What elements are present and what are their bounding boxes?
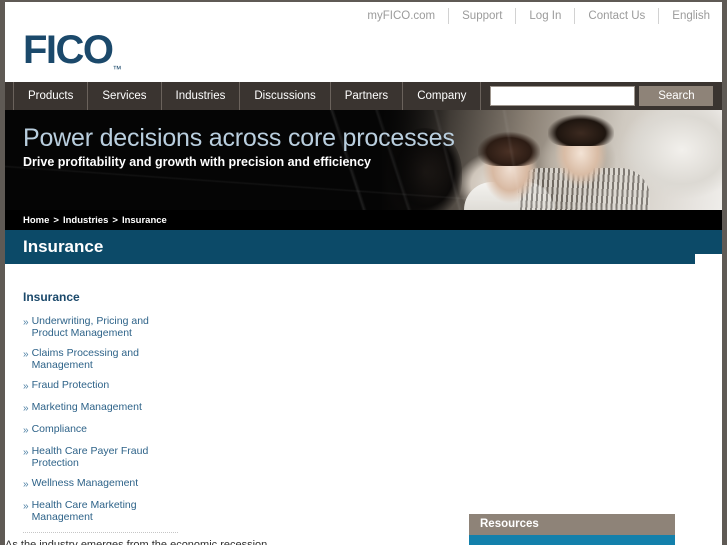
hero-person-woman-hair [478,130,540,166]
resources-title: Resources [480,518,539,530]
hero-person-woman-shirt [464,182,554,210]
chevron-double-right-icon: » [23,479,29,490]
nav-item-services[interactable]: Services [88,82,162,110]
sidebar-item-fraud-protection[interactable]: » Fraud Protection [23,379,178,393]
breadcrumb: Home > Industries > Insurance [5,210,722,230]
sidebar-item-label: Health Care Payer Fraud Protection [31,445,149,469]
breadcrumb-industries[interactable]: Industries [63,215,108,226]
resources-accent-band [469,535,675,545]
site-root: myFICO.com Support Log In Contact Us Eng… [5,2,722,545]
sidebar-item-label: Compliance [31,423,88,435]
sidebar-divider [23,532,178,533]
utility-link-contact-us[interactable]: Contact Us [575,8,660,24]
search-area: Search [490,82,714,110]
hero-person-woman-face [478,136,542,210]
logo-wordmark: FICO [23,28,114,72]
search-input[interactable] [490,86,636,106]
sidebar-item-health-care-payer-fraud-protection[interactable]: » Health Care Payer Fraud Protection [23,445,178,469]
sidebar-item-label: Underwriting, Pricing and Product Manage… [31,315,149,339]
utility-link-myfico[interactable]: myFICO.com [354,8,450,24]
sidebar-item-underwriting-pricing-product-management[interactable]: » Underwriting, Pricing and Product Mana… [23,315,178,339]
browser-page: myFICO.com Support Log In Contact Us Eng… [0,0,727,545]
nav-item-industries[interactable]: Industries [162,82,241,110]
logo-trademark-icon: ™ [112,64,122,74]
breadcrumb-separator: > [53,214,59,226]
chevron-double-right-icon: » [23,425,29,436]
hero-person-man-face [550,120,612,192]
resources-panel: Resources [469,514,675,545]
chevron-double-right-icon: » [23,501,29,512]
nav-item-partners[interactable]: Partners [331,82,404,110]
chevron-double-right-icon: » [23,381,29,392]
utility-link-language[interactable]: English [659,8,716,24]
chevron-double-right-icon: » [23,403,29,414]
fico-logo[interactable]: FICO™ [23,30,122,89]
sidebar-item-marketing-management[interactable]: » Marketing Management [23,401,178,415]
page-title: Insurance [23,237,104,256]
hero-title: Power decisions across core processes [23,124,455,152]
breadcrumb-current: Insurance [121,214,167,226]
sidebar-item-wellness-management[interactable]: » Wellness Management [23,477,178,491]
sidebar-item-label: Fraud Protection [31,379,110,391]
sidebar-item-label: Marketing Management [31,401,142,413]
page-title-band-step [695,230,722,254]
sidebar-item-label: Wellness Management [31,477,139,489]
breadcrumb-home[interactable]: Home [23,215,49,226]
nav-item-discussions[interactable]: Discussions [240,82,331,110]
nav-item-company[interactable]: Company [403,82,482,110]
breadcrumb-separator: > [112,214,118,226]
main-paragraph: As the industry emerges from the economi… [5,539,268,545]
sidebar-item-claims-processing-management[interactable]: » Claims Processing and Management [23,347,178,371]
resources-header: Resources [469,514,675,535]
sidebar-item-health-care-marketing-management[interactable]: » Health Care Marketing Management [23,499,178,523]
main-nav: Products Services Industries Discussions… [5,82,722,110]
hero-banner: Power decisions across core processes Dr… [5,110,722,210]
search-button[interactable]: Search [639,86,714,106]
sidebar-item-label: Health Care Marketing Management [31,499,137,523]
utility-nav: myFICO.com Support Log In Contact Us Eng… [354,2,716,30]
chevron-double-right-icon: » [23,349,29,360]
sidebar-item-compliance[interactable]: » Compliance [23,423,178,437]
nav-item-products[interactable]: Products [13,82,89,110]
chevron-double-right-icon: » [23,317,29,328]
page-title-band [5,230,695,264]
hero-person-man-shirt [518,168,650,210]
sidebar-heading: Insurance [23,290,80,304]
sidebar-nav: Insurance » Underwriting, Pricing and Pr… [23,290,178,533]
hero-person-man-hair [548,112,614,146]
chevron-double-right-icon: » [23,447,29,458]
sidebar-item-label: Claims Processing and Management [31,347,139,371]
content-area: Insurance » Underwriting, Pricing and Pr… [5,264,722,545]
utility-link-login[interactable]: Log In [516,8,576,24]
utility-link-support[interactable]: Support [449,8,517,24]
hero-subtitle: Drive profitability and growth with prec… [23,155,371,169]
